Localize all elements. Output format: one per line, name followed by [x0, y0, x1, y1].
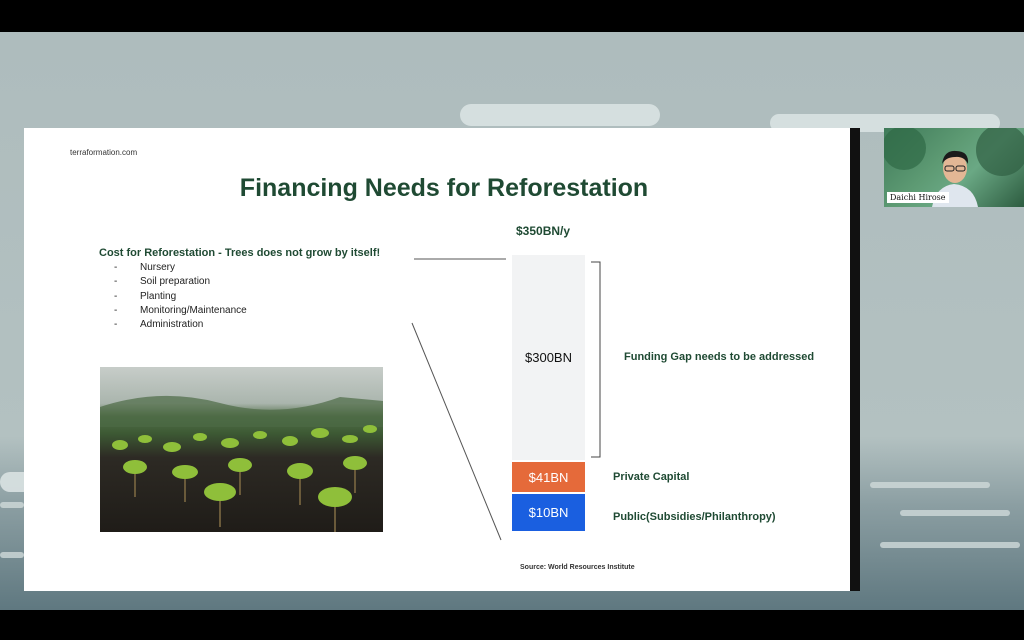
bar-segment-gap: $300BN — [512, 255, 585, 460]
sea-stripe — [870, 482, 990, 488]
sea-stripe — [900, 510, 1010, 516]
letterbox-bottom — [0, 610, 1024, 640]
connector-bottom-line — [411, 322, 502, 541]
bar-segment-public: $10BN — [512, 494, 585, 531]
source-note: Source: World Resources Institute — [520, 564, 635, 571]
gap-label: Funding Gap needs to be addressed — [624, 351, 815, 363]
sea-stripe — [0, 502, 24, 508]
funding-stacked-bar: $300BN $41BN $10BN — [512, 255, 585, 531]
private-label: Private Capital — [613, 471, 690, 483]
public-label: Public(Subsidies/Philanthropy) — [613, 511, 776, 523]
letterbox-top — [0, 0, 1024, 32]
slide-edge — [850, 128, 860, 591]
participant-name: Daichi Hirose — [887, 192, 949, 203]
gap-bracket — [591, 261, 601, 458]
bar-segment-private: $41BN — [512, 462, 585, 492]
shared-slide: terraformation.com Financing Needs for R… — [24, 128, 860, 591]
cloud — [460, 104, 660, 126]
participant-video-tile[interactable]: Daichi Hirose — [884, 128, 1024, 207]
sea-stripe — [0, 552, 24, 558]
sea-stripe — [880, 542, 1020, 548]
